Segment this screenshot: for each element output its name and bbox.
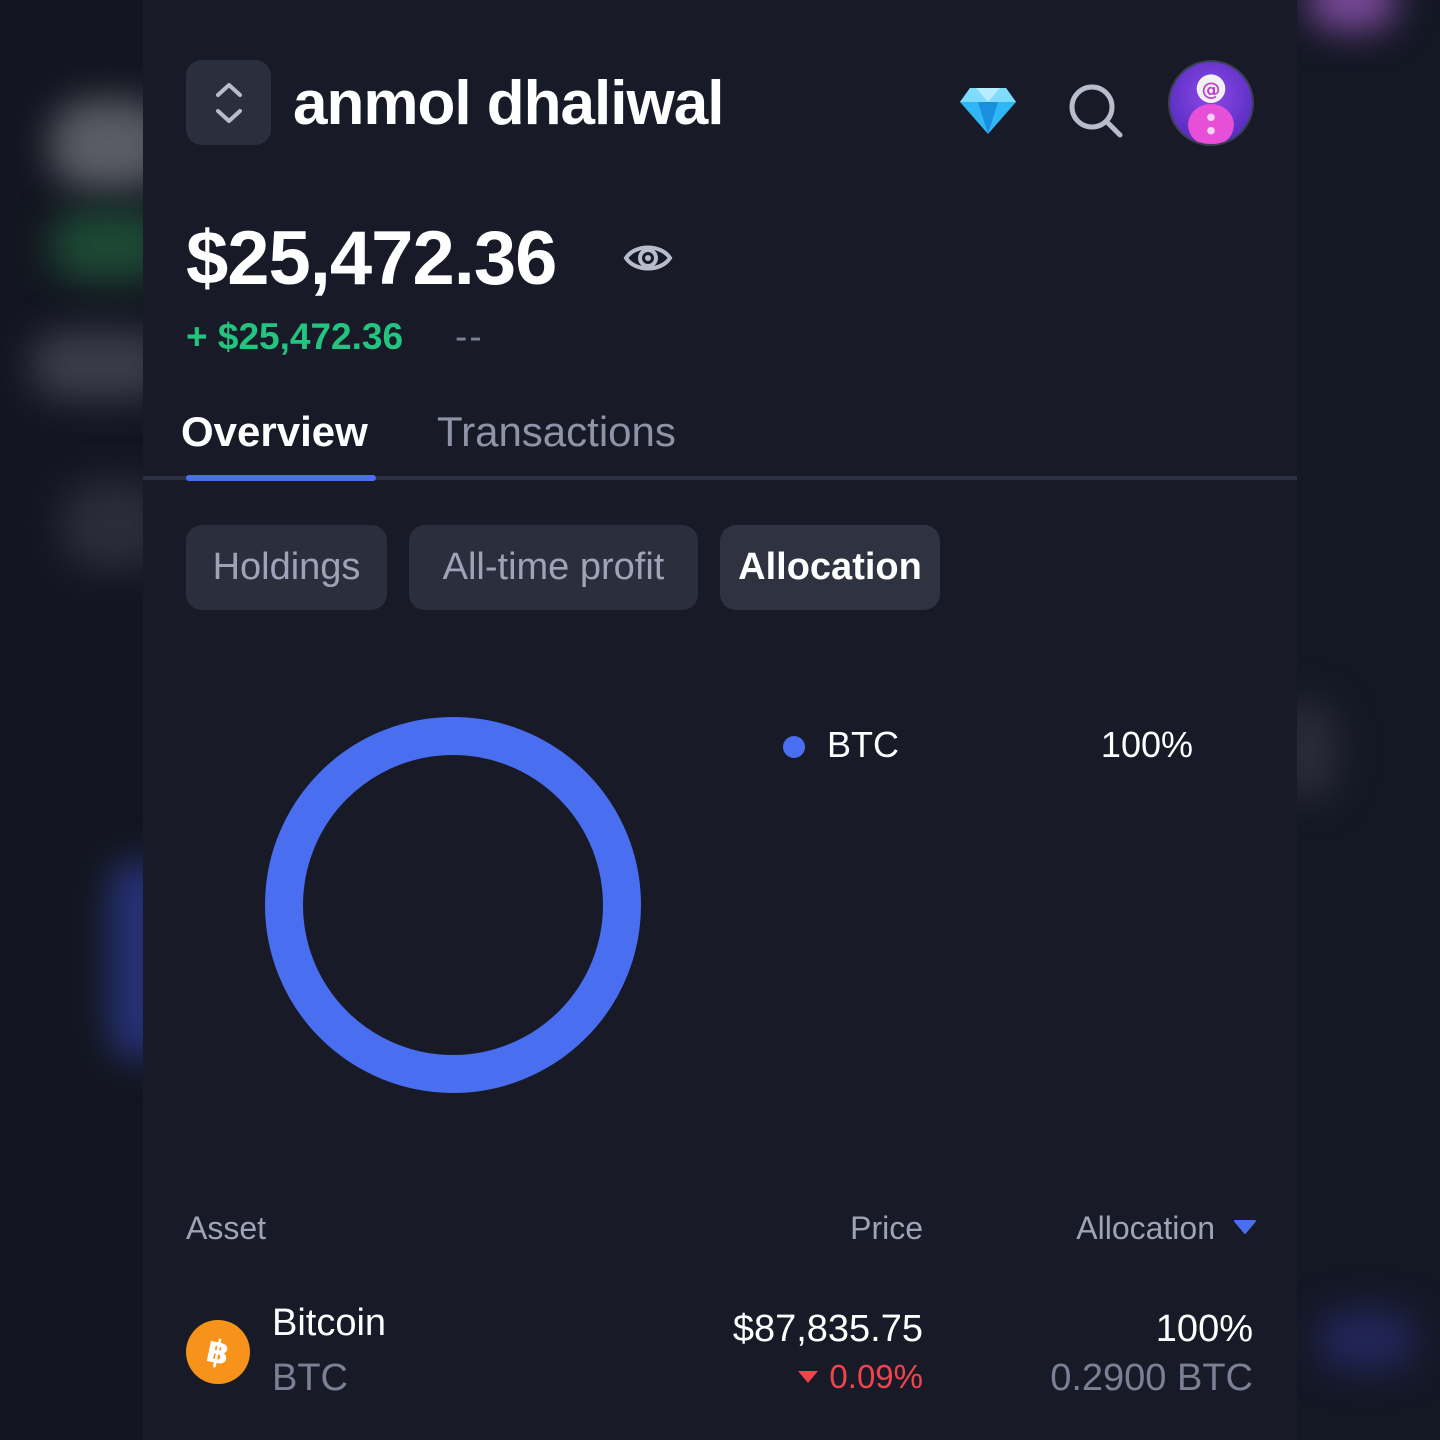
account-name[interactable]: anmol dhaliwal <box>293 68 724 139</box>
donut-slice-btc <box>265 717 641 1093</box>
account-switcher-button[interactable] <box>186 60 271 145</box>
column-header-price[interactable]: Price <box>850 1210 923 1247</box>
tab-bar: Overview Transactions <box>143 400 1297 482</box>
asset-price-change-value: 0.09% <box>829 1358 923 1395</box>
asset-symbol: BTC <box>272 1357 348 1399</box>
legend-dot-btc <box>783 736 805 758</box>
bitcoin-icon: ฿ <box>186 1320 250 1384</box>
legend-label-btc: BTC <box>827 724 899 765</box>
total-balance: $25,472.36 <box>186 216 557 301</box>
asset-price: $87,835.75 <box>732 1308 923 1350</box>
down-arrow-icon <box>798 1371 819 1383</box>
blurred-background-left <box>0 0 143 1440</box>
eye-icon[interactable] <box>623 236 673 280</box>
sort-descending-icon[interactable] <box>1233 1218 1257 1236</box>
filter-holdings-button[interactable]: Holdings <box>186 525 387 610</box>
asset-amount: 0.2900 BTC <box>1050 1357 1253 1399</box>
diamond-icon[interactable] <box>958 80 1018 140</box>
svg-text:฿: ฿ <box>203 1332 233 1372</box>
chevron-up-down-icon <box>215 82 242 123</box>
asset-price-change: 0.09% <box>797 1358 923 1396</box>
filter-allocation-button[interactable]: Allocation <box>720 525 940 610</box>
legend-value-btc: 100% <box>1100 724 1193 765</box>
balance-change-amount: + $25,472.36 <box>186 316 404 357</box>
svg-text:@: @ <box>1201 78 1220 100</box>
table-row[interactable]: ฿ Bitcoin BTC $87,835.75 0.09% 100% 0.29… <box>143 1290 1297 1420</box>
filter-all-time-profit-button[interactable]: All-time profit <box>409 525 698 610</box>
avatar[interactable]: @ <box>1168 60 1254 146</box>
tab-overview[interactable]: Overview <box>181 408 368 456</box>
search-icon[interactable] <box>1065 80 1127 142</box>
asset-allocation: 100% <box>1155 1308 1253 1350</box>
allocation-donut-chart <box>265 717 641 1093</box>
tab-active-indicator <box>186 475 376 481</box>
blurred-background-right <box>1297 0 1440 1440</box>
tab-transactions[interactable]: Transactions <box>437 408 676 456</box>
asset-name: Bitcoin <box>272 1302 387 1344</box>
column-header-asset[interactable]: Asset <box>186 1210 266 1247</box>
balance-change-percent: -- <box>455 316 484 357</box>
portfolio-app: anmol dhaliwal @ $25,472.36 + $25,472.36… <box>143 0 1297 1440</box>
legend-item-btc: BTC 100% <box>783 724 1193 770</box>
column-header-allocation[interactable]: Allocation <box>1076 1210 1215 1247</box>
